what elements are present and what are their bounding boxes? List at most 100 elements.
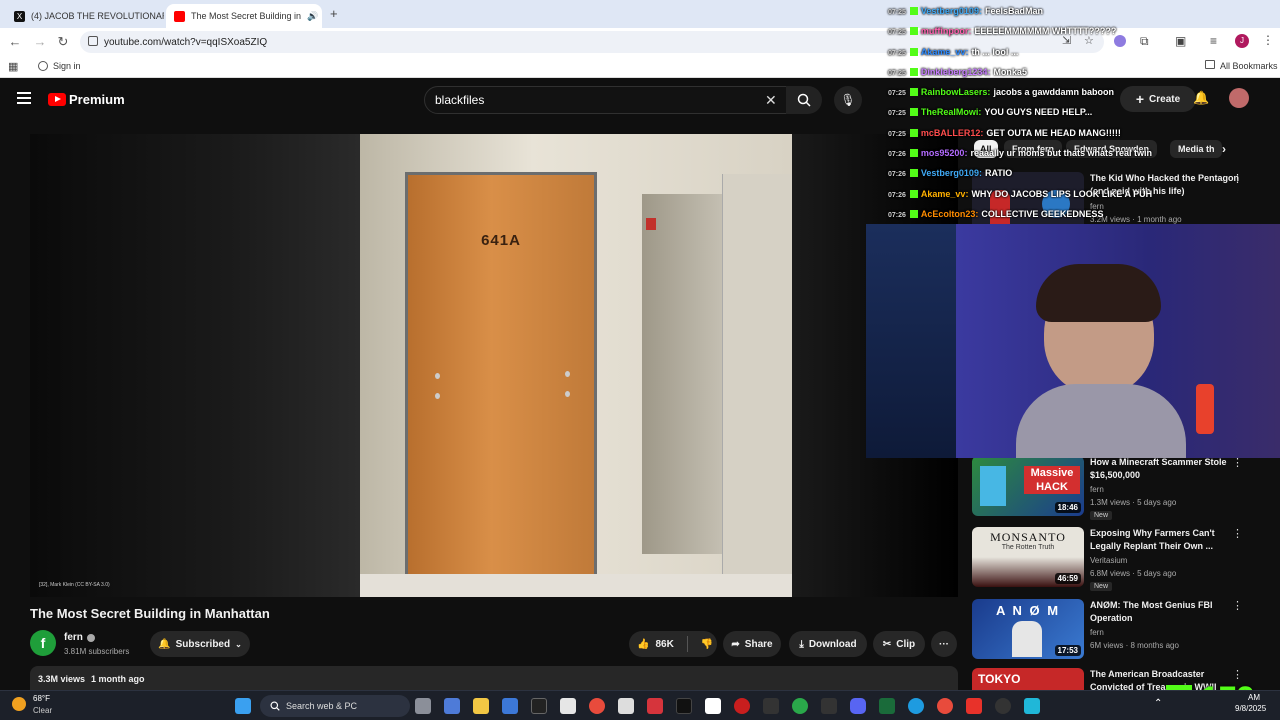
apps-grid-icon[interactable]: ▦ [8, 60, 18, 73]
video-thumbnail[interactable]: A N Ø M 17:53 [972, 599, 1084, 659]
recommendation-title[interactable]: ANØM: The Most Genius FBI Operation [1090, 599, 1240, 625]
video-duration: 17:53 [1054, 645, 1081, 656]
file-explorer-icon[interactable] [473, 698, 489, 714]
like-count: 86K [655, 638, 674, 650]
forward-icon[interactable]: → [32, 34, 48, 49]
capcut-icon[interactable] [705, 698, 721, 714]
discord-icon[interactable] [850, 698, 866, 714]
chrome-alt-icon[interactable] [937, 698, 953, 714]
chat-badge-icon [909, 67, 918, 76]
video-thumbnail[interactable]: MONSANTO The Rotten Truth 46:59 [972, 527, 1084, 587]
thumbnail-subtext: The Rotten Truth [1001, 544, 1055, 551]
more-options-icon[interactable]: ⋮ [1232, 599, 1243, 612]
youtube-logo[interactable]: Premium [48, 92, 125, 107]
opera-icon[interactable] [734, 698, 750, 714]
clock-date[interactable]: 9/8/2025 [1235, 704, 1266, 713]
clock-time[interactable]: AM [1248, 693, 1260, 702]
recommendation-channel[interactable]: Veritasium [1090, 556, 1127, 565]
terminal-icon[interactable] [763, 698, 779, 714]
recommendation-title[interactable]: Exposing Why Farmers Can't Legally Repla… [1090, 527, 1240, 553]
clip-button[interactable]: ✂ Clip [873, 631, 925, 657]
more-actions-button[interactable]: ··· [931, 631, 957, 657]
share-button[interactable]: ➦ Share [723, 631, 781, 657]
chat-badge-icon [909, 128, 918, 137]
recommendation-item[interactable]: MONSANTO The Rotten Truth 46:59 Exposing… [972, 527, 1272, 591]
video-thumbnail[interactable]: Massive HACK 18:46 [972, 456, 1084, 516]
downloads-icon[interactable]: ≡ [1210, 34, 1217, 48]
voice-search-button[interactable]: 🎙 [834, 86, 862, 114]
clip-label: Clip [896, 638, 916, 650]
description-box[interactable]: 3.3M views 1 month ago [30, 666, 958, 690]
chat-time: 07:26 [888, 211, 906, 219]
search-icon [797, 93, 811, 107]
taskbar-search[interactable]: Search web & PC [260, 695, 410, 717]
sidepanel-icon[interactable]: ▣ [1175, 34, 1186, 48]
chat-badge-icon [909, 189, 918, 198]
chat-badge-icon [909, 7, 918, 15]
audio-icon[interactable]: 🔊 [307, 11, 318, 22]
site-info-icon[interactable] [88, 36, 98, 46]
thumbs-down-icon[interactable]: 👎 [701, 639, 713, 650]
clear-search-icon[interactable]: ✕ [765, 92, 777, 109]
notepad-icon[interactable] [560, 698, 576, 714]
tiktok-icon[interactable] [676, 698, 692, 714]
recommendation-channel[interactable]: fern [1090, 628, 1104, 637]
channel-avatar[interactable]: f [30, 630, 56, 656]
document-icon[interactable] [618, 698, 634, 714]
recommendation-item[interactable]: Massive HACK 18:46 How a Minecraft Scamm… [972, 456, 1272, 520]
chrome-icon[interactable] [589, 698, 605, 714]
calculator-icon[interactable] [1024, 698, 1040, 714]
xbox-icon[interactable] [792, 698, 808, 714]
chat-badge-icon [909, 108, 918, 117]
download-button[interactable]: ⤓ Download [789, 631, 867, 657]
all-bookmarks[interactable]: All Bookmarks [1220, 61, 1278, 71]
search-input[interactable]: blackfiles ✕ [424, 86, 788, 114]
reload-icon[interactable]: ↻ [55, 34, 71, 50]
notifications-bell-icon[interactable]: 🔔 [1193, 90, 1209, 106]
sign-in-bookmark[interactable]: Sign in [53, 61, 81, 71]
microphone-icon: 🎙 [840, 93, 856, 107]
task-view-icon[interactable] [415, 698, 431, 714]
menu-dots-icon[interactable]: ⋮ [1262, 33, 1274, 47]
edge-icon[interactable] [908, 698, 924, 714]
pen-app-icon[interactable] [821, 698, 837, 714]
brave-icon[interactable] [647, 698, 663, 714]
search-button[interactable] [786, 86, 822, 114]
youtube-play-icon [48, 93, 66, 106]
premium-label: Premium [69, 92, 125, 107]
tab-x[interactable]: X (4) JACOB THE REVOLUTIONAR ✕ [6, 4, 164, 28]
subscribed-button[interactable]: 🔔 Subscribed ⌄ [150, 631, 250, 657]
red-app-icon[interactable] [966, 698, 982, 714]
video-player[interactable]: 641A [32], Mark Klein (CC BY-SA 3.0) [30, 134, 958, 597]
weather-icon[interactable] [12, 697, 26, 711]
chat-message: 07:26 AcEcolton23: COLLECTIVE GEEKEDNESS [888, 205, 1148, 225]
more-options-icon[interactable]: ⋮ [1232, 527, 1243, 540]
more-options-icon[interactable]: ⋮ [1232, 172, 1243, 185]
copilot-icon[interactable] [444, 698, 460, 714]
account-avatar[interactable] [1229, 88, 1249, 108]
windows-start-icon[interactable] [235, 698, 251, 714]
channel-name[interactable]: fern [64, 632, 83, 643]
chip-next-icon[interactable]: › [1222, 142, 1226, 156]
back-icon[interactable]: ← [7, 34, 23, 49]
new-tab-button[interactable]: + [330, 6, 338, 21]
video-thumbnail[interactable]: TOKYO [972, 668, 1084, 690]
chip-media[interactable]: Media th [1170, 140, 1222, 158]
channel-name-row[interactable]: fern [64, 632, 95, 643]
hamburger-menu-icon[interactable] [17, 92, 31, 104]
chat-message: 07:25 RainbowLasers: jacobs a gawddamn bab… [888, 83, 1148, 103]
streamer-hair [1036, 264, 1161, 322]
recommendation-title[interactable]: How a Minecraft Scammer Stole $16,500,00… [1090, 456, 1240, 482]
store-icon[interactable] [502, 698, 518, 714]
obs-icon[interactable] [995, 698, 1011, 714]
like-button[interactable]: 👍 86K [637, 639, 674, 650]
weather-temp[interactable]: 68°F [33, 694, 50, 703]
recommendation-channel[interactable]: fern [1090, 485, 1104, 494]
media-player-icon[interactable] [879, 698, 895, 714]
chat-time: 07:25 [888, 69, 906, 77]
recommendation-item[interactable]: A N Ø M 17:53 ANØM: The Most Genius FBI … [972, 599, 1272, 661]
tray-chevron-icon[interactable]: ⌃ [1154, 698, 1162, 709]
app-lightning-icon[interactable] [531, 698, 547, 714]
tab-youtube[interactable]: The Most Secret Building in 🔊 ✕ [166, 4, 322, 28]
profile-avatar[interactable]: J [1235, 34, 1249, 48]
